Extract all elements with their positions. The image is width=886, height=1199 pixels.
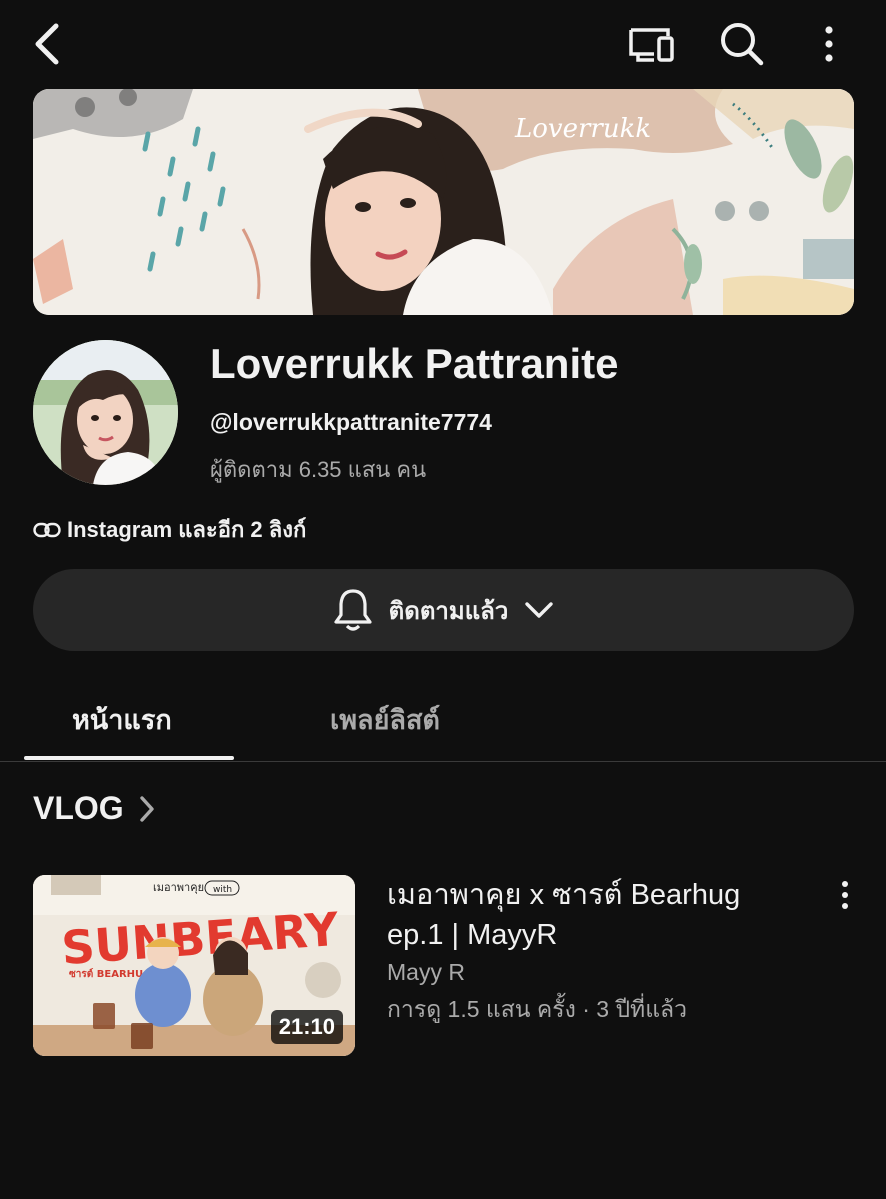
video-title[interactable]: เมอาพาคุย x ซารต์ Bearhug ep.1 | MayyR (387, 875, 787, 955)
chevron-left-icon (35, 23, 59, 65)
video-metadata: การดู 1.5 แสน ครั้ง · 3 ปีที่แล้ว (387, 996, 688, 1022)
video-channel-name[interactable]: Mayy R (387, 959, 465, 986)
video-item[interactable]: เมอาพาคุย with SUNBEARY ซารต์ BEARHUG 21… (33, 875, 854, 1057)
link-icon (33, 522, 61, 537)
section-title: VLOG (33, 790, 124, 826)
search-button[interactable] (712, 16, 772, 72)
section-header-vlog[interactable]: VLOG (33, 790, 156, 827)
back-button[interactable] (22, 18, 72, 70)
cast-icon (629, 28, 674, 62)
cast-button[interactable] (622, 18, 682, 70)
tab-playlists[interactable]: เพลย์ลิสต์ (330, 698, 440, 741)
chevron-right-icon (139, 795, 154, 822)
bell-icon (334, 589, 372, 631)
channel-banner: Loverrukk (33, 89, 854, 315)
channel-links[interactable]: Instagram และอีก 2 ลิงก์ (33, 512, 306, 547)
video-thumbnail[interactable]: เมอาพาคุย with SUNBEARY ซารต์ BEARHUG 21… (33, 875, 355, 1056)
search-icon (721, 23, 764, 66)
channel-tabs: หน้าแรก เพลย์ลิสต์ (0, 680, 886, 762)
thumbnail-side-text: ซารต์ BEARHUG (69, 968, 151, 980)
channel-name: Loverrukk Pattranite (210, 340, 619, 387)
channel-handle: @loverrukkpattranite7774 (210, 409, 492, 435)
video-duration: 21:10 (270, 1010, 343, 1044)
subscriber-count: ผู้ติดตาม 6.35 แสน คน (210, 457, 427, 482)
more-vertical-icon (842, 881, 848, 909)
tab-home[interactable]: หน้าแรก (72, 698, 172, 741)
channel-avatar[interactable] (33, 340, 178, 485)
chevron-down-icon (525, 602, 554, 618)
video-more-button[interactable] (833, 877, 857, 913)
thumbnail-top-text: เมอาพาคุย (153, 881, 204, 894)
tab-selected-indicator (24, 756, 234, 760)
channel-links-label: Instagram และอีก 2 ลิงก์ (67, 517, 307, 542)
thumbnail-with-text: with (213, 885, 232, 895)
more-vertical-icon (825, 26, 833, 62)
top-app-bar (0, 0, 886, 88)
subscribed-button[interactable]: ติดตามแล้ว (33, 569, 854, 651)
subscribed-label: ติดตามแล้ว (388, 597, 509, 625)
banner-logo-text: Loverrukk (514, 114, 651, 144)
more-options-button[interactable] (808, 18, 850, 70)
